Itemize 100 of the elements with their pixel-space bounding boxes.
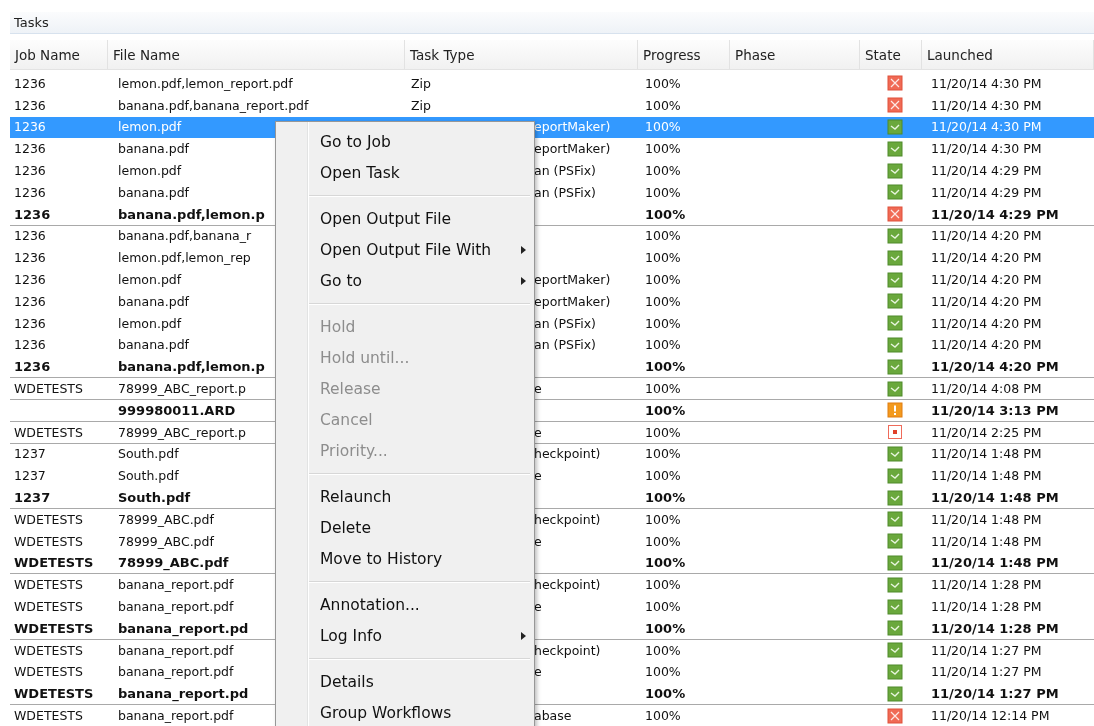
table-cell: 78999_ABC_report.p xyxy=(118,381,246,397)
table-cell: 11/20/14 4:30 PM xyxy=(931,75,1042,91)
submenu-arrow-icon xyxy=(521,276,526,285)
table-cell: WDETESTS xyxy=(14,642,83,658)
table-cell: 1236 xyxy=(14,250,46,266)
table-cell: Zip xyxy=(411,97,431,113)
table-cell: 1236 xyxy=(14,119,46,135)
table-cell: 100% xyxy=(645,555,686,571)
table-cell: WDETESTS xyxy=(14,533,83,549)
table-cell: 11/20/14 4:29 PM xyxy=(931,184,1042,200)
table-cell: Zip xyxy=(411,75,431,91)
menu-item[interactable]: Go to Job xyxy=(276,126,534,157)
submenu-arrow-icon xyxy=(521,245,526,254)
table-cell: 100% xyxy=(645,97,681,113)
column-header[interactable]: State xyxy=(860,40,922,69)
table-cell: South.pdf xyxy=(118,446,179,462)
table-cell: 100% xyxy=(645,599,681,614)
table-cell: abase xyxy=(534,708,572,723)
table-cell: 1236 xyxy=(14,75,46,91)
table-cell: banana_report.pd xyxy=(118,620,249,636)
menu-item[interactable]: Go to xyxy=(276,265,534,296)
menu-item[interactable]: Delete xyxy=(276,512,534,543)
table-cell: banana_report.pdf xyxy=(118,664,234,680)
menu-item[interactable]: Annotation... xyxy=(276,589,534,620)
table-cell: e xyxy=(534,381,542,397)
panel-title: Tasks xyxy=(14,15,49,30)
table-cell: 100% xyxy=(645,577,681,593)
column-header[interactable]: Task Type xyxy=(405,40,638,69)
table-cell: an (PSFix) xyxy=(534,337,596,353)
table-cell: 1236 xyxy=(14,97,46,113)
table-cell: 1237 xyxy=(14,490,51,506)
table-cell: lemon.pdf xyxy=(118,315,182,331)
table-cell: WDETESTS xyxy=(14,599,83,614)
menu-item[interactable]: Details xyxy=(276,666,534,697)
table-cell: 999980011.ARD xyxy=(118,402,236,418)
table-cell: WDETESTS xyxy=(14,381,83,397)
table-cell: 100% xyxy=(645,293,681,309)
table-cell: eportMaker) xyxy=(534,293,611,309)
table-cell: banana.pdf,lemon.p xyxy=(118,359,265,375)
menu-item[interactable]: Open Output File With xyxy=(276,234,534,265)
column-header[interactable]: Job Name xyxy=(10,40,108,69)
table-cell: banana.pdf xyxy=(118,184,189,200)
table-cell: 11/20/14 4:30 PM xyxy=(931,97,1042,113)
table-cell: WDETESTS xyxy=(14,620,94,636)
table-cell: heckpoint) xyxy=(534,511,601,527)
table-cell: 11/20/14 1:27 PM xyxy=(931,642,1042,658)
table-cell: 11/20/14 4:29 PM xyxy=(931,206,1059,222)
table-cell: 1236 xyxy=(14,272,46,288)
table-cell: banana.pdf,banana_r xyxy=(118,228,252,244)
table-cell: 11/20/14 1:28 PM xyxy=(931,599,1042,614)
table-cell: heckpoint) xyxy=(534,642,601,658)
table-cell: 1236 xyxy=(14,293,46,309)
table-cell: 11/20/14 1:27 PM xyxy=(931,664,1042,680)
menu-item[interactable]: Group Workflows xyxy=(276,697,534,726)
table-cell: e xyxy=(534,533,542,549)
table-cell: 100% xyxy=(645,315,681,331)
table-cell: 11/20/14 2:25 PM xyxy=(931,424,1042,440)
table-cell: 78999_ABC.pdf xyxy=(118,555,229,571)
table-cell: 100% xyxy=(645,664,681,680)
menu-item[interactable]: Move to History xyxy=(276,543,534,574)
table-cell: 11/20/14 4:20 PM xyxy=(931,315,1042,331)
table-cell: 100% xyxy=(645,490,686,506)
table-cell: 100% xyxy=(645,272,681,288)
table-cell: banana_report.pd xyxy=(118,686,249,702)
table-cell: 11/20/14 4:20 PM xyxy=(931,272,1042,288)
table-cell: WDETESTS xyxy=(14,424,83,440)
table-cell: 100% xyxy=(645,206,686,222)
table-cell: banana.pdf xyxy=(118,293,189,309)
table-cell: 100% xyxy=(645,686,686,702)
column-header[interactable]: Phase xyxy=(730,40,860,69)
table-cell: 11/20/14 1:27 PM xyxy=(931,686,1059,702)
menu-item[interactable]: Log Info xyxy=(276,620,534,651)
table-cell: an (PSFix) xyxy=(534,315,596,331)
table-cell: eportMaker) xyxy=(534,119,611,135)
table-cell: 100% xyxy=(645,533,681,549)
table-cell: 100% xyxy=(645,424,681,440)
table-cell: 11/20/14 1:28 PM xyxy=(931,577,1042,593)
table-cell: 100% xyxy=(645,642,681,658)
table-cell: banana.pdf,lemon.p xyxy=(118,206,265,222)
table-cell: e xyxy=(534,424,542,440)
column-header[interactable]: File Name xyxy=(108,40,405,69)
table-cell: lemon.pdf xyxy=(118,272,182,288)
menu-item[interactable]: Open Output File xyxy=(276,203,534,234)
table-cell: WDETESTS xyxy=(14,511,83,527)
menu-item[interactable]: Relaunch xyxy=(276,481,534,512)
table-cell: 11/20/14 12:14 PM xyxy=(931,708,1050,723)
table-cell: 1236 xyxy=(14,315,46,331)
column-header[interactable]: Progress xyxy=(638,40,730,69)
table-cell: 11/20/14 4:20 PM xyxy=(931,359,1059,375)
table-cell: 78999_ABC_report.p xyxy=(118,424,246,440)
table-cell: South.pdf xyxy=(118,468,179,484)
table-cell: 11/20/14 4:20 PM xyxy=(931,337,1042,353)
table-cell: South.pdf xyxy=(118,490,191,506)
table-cell: banana_report.pdf xyxy=(118,577,234,593)
table-cell: WDETESTS xyxy=(14,555,94,571)
table-cell: 11/20/14 4:30 PM xyxy=(931,119,1042,135)
menu-item[interactable]: Open Task xyxy=(276,157,534,188)
table-cell: 11/20/14 1:28 PM xyxy=(931,620,1059,636)
column-header[interactable]: Launched xyxy=(922,40,1094,69)
table-cell: banana_report.pdf xyxy=(118,642,234,658)
